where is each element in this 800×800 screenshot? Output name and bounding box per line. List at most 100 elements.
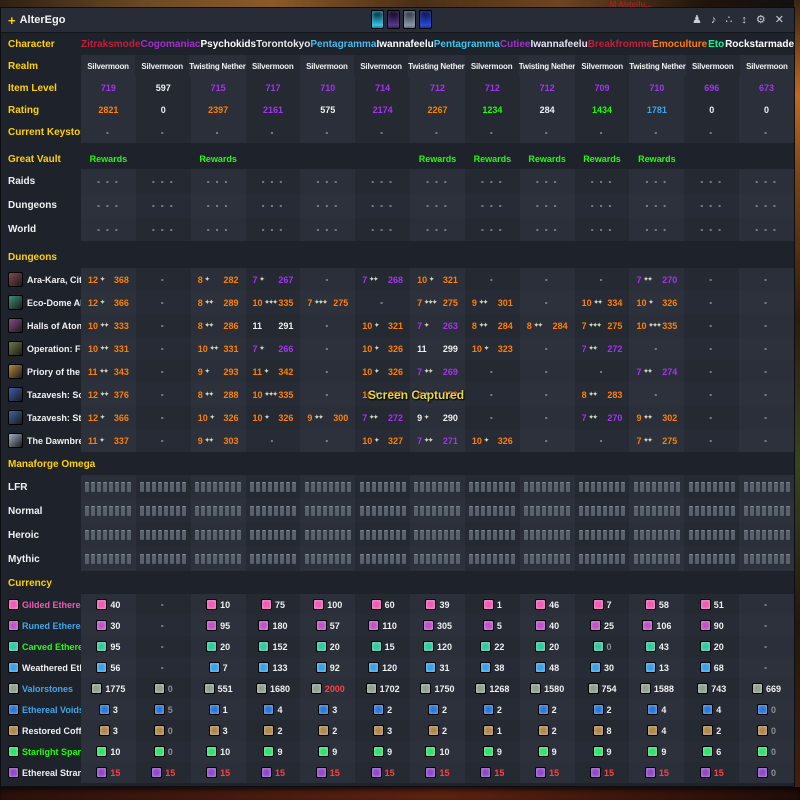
cell [246,475,301,499]
boss-box [701,506,705,516]
boss-box [646,554,650,564]
row-currency: Restored Coffer...3032232128420 [1,720,794,741]
boss-box [597,482,601,492]
character-name[interactable]: Eto [707,33,725,55]
cell [81,475,136,499]
group-button[interactable]: ∴ [725,15,732,26]
cell: 7✦✦270 [575,406,630,429]
character-name[interactable]: Psychokids [200,33,256,55]
cell: 43 [629,636,684,657]
cell: 1 [191,699,246,720]
character-name[interactable]: Iwannafeelu [376,33,433,55]
run-score: 271 [443,436,458,446]
cell: 712 [520,77,575,99]
boss-box [542,530,546,540]
banner-dark-claw[interactable] [387,10,400,29]
announce-button[interactable]: ♪ [711,15,717,26]
boss-progress [414,482,460,492]
character-name[interactable]: Cogomaniac [140,33,200,55]
character-name[interactable]: Pentagramma [434,33,500,55]
rating-value: 0 [709,105,714,115]
cell: 8✦✦283 [575,383,630,406]
currency-value: 7 [607,600,612,610]
boss-box [768,506,772,516]
boss-box [256,554,260,564]
vault-rewards-label: Rewards [90,154,128,164]
currency-value: 0 [771,705,776,715]
boss-box [579,554,583,564]
key-level-value: 10 [88,344,98,354]
boss-box [554,506,558,516]
character-name[interactable]: Iwannafeelu [530,33,587,55]
cell: - - - [739,193,794,217]
currency-value: 5 [497,621,502,631]
key-level-value: 10 [253,298,263,308]
boss-box [585,482,589,492]
character-name[interactable]: Breakfromme [588,33,652,55]
banner-teal[interactable] [371,10,384,29]
cell: - [136,337,191,360]
cell: 1 [465,594,520,615]
boss-box [360,506,364,516]
currency-icon [425,767,436,778]
boss-box [670,530,674,540]
character-name[interactable]: Torontokyo [256,33,310,55]
boss-box [201,530,205,540]
currency-icon [373,704,384,715]
boss-progress [195,482,241,492]
currency-icon [366,683,377,694]
cell: - [520,383,575,406]
dungeon-name: Tazavesh: So'lea... [27,390,81,400]
close-button[interactable]: ✕ [775,15,784,26]
cell: - [739,636,794,657]
boss-box [85,554,89,564]
currency-value: 9 [277,747,282,757]
sort-button[interactable]: ↕ [741,15,747,26]
currency-value: 15 [439,768,449,778]
cell: 1702 [355,678,410,699]
dungeon-run-empty: - [545,344,550,353]
cell: - [684,314,739,337]
row-dungeon: The Dawnbreaker11✦337-9✦✦303--10✦3277✦✦2… [1,429,794,452]
boss-box [426,506,430,516]
boss-progress [140,482,186,492]
key-level-value: 8 [198,275,203,285]
character-name[interactable]: Cutiee [500,33,531,55]
key-level: 7✦✦ [582,413,597,423]
currency-icon [593,725,604,736]
character-name[interactable]: Pentagramma [310,33,376,55]
boss-box [646,530,650,540]
character-button[interactable]: ♟ [692,15,702,26]
dungeon-run-empty: - [709,275,714,284]
currency-value: 15 [604,768,614,778]
character-name[interactable]: Rockstarmade [725,33,794,55]
key-level-value: 10 [472,436,482,446]
cell: 2821 [81,99,136,121]
banner-blue[interactable] [419,10,432,29]
boss-box [256,506,260,516]
cell: 1580 [520,678,575,699]
character-name[interactable]: Emoculture [652,33,707,55]
cell: 8✦282 [191,268,246,291]
cell: Silvermoon [300,55,354,77]
run-score: 326 [388,367,403,377]
settings-button[interactable]: ⚙ [756,15,766,26]
dungeon-run-empty: - [161,321,166,330]
cell: 9 [520,741,575,762]
cell [410,475,465,499]
currency-value: 20 [330,642,340,652]
cell [575,523,630,547]
boss-box [505,530,509,540]
boss-box [511,506,515,516]
currency-value: 3 [332,705,337,715]
cell: 8✦✦286 [191,314,246,337]
boss-box [335,482,339,492]
boss-box [286,506,290,516]
boss-progress [195,554,241,564]
run-score: 326 [662,298,677,308]
cell: Rewards [465,149,520,169]
boss-box [207,506,211,516]
boss-box [127,530,131,540]
banner-gray[interactable] [403,10,416,29]
character-name[interactable]: Zitraksmode [81,33,140,55]
